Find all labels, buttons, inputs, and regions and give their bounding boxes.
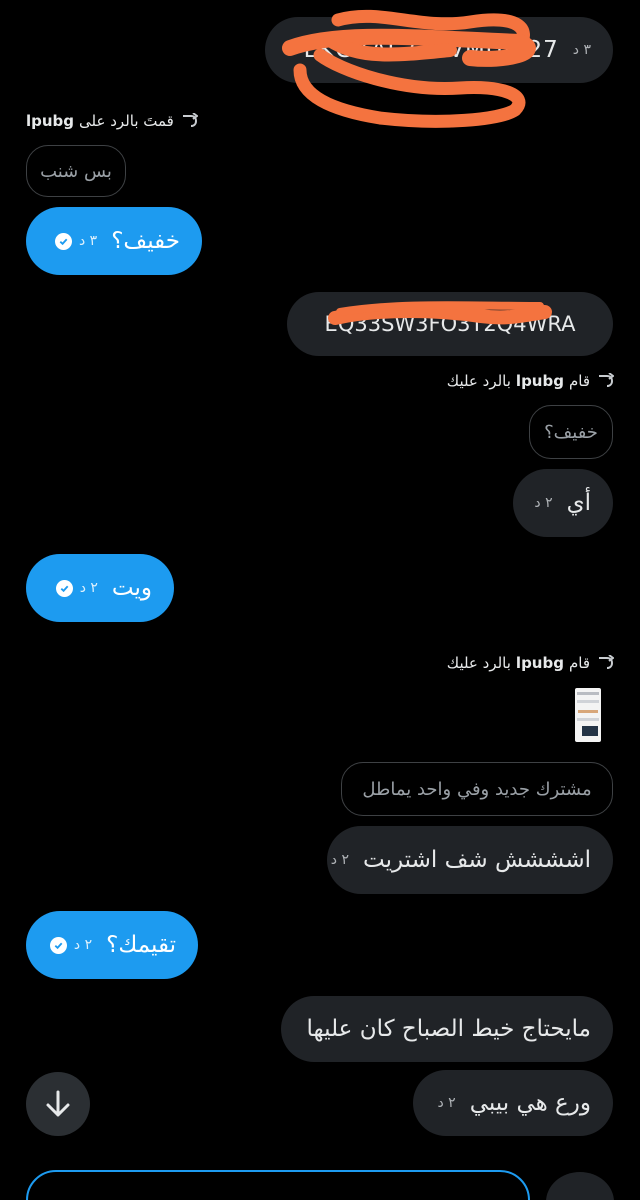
message-text: اشششش شف اشتريت	[362, 847, 591, 873]
message-text: ورع هي بيبي	[469, 1090, 591, 1116]
reply-prefix: قام	[568, 654, 590, 672]
send-button[interactable]	[546, 1172, 614, 1200]
received-message-bubble[interactable]: EQ33SW3FO3T2Q4WRA	[287, 292, 613, 356]
message-text: خفيف؟	[111, 228, 180, 254]
reply-username[interactable]: lpubg	[516, 654, 564, 672]
reply-arrow-icon	[599, 373, 614, 387]
sent-message-bubble[interactable]: ويت ٢ د	[26, 554, 174, 622]
received-message-bubble[interactable]: أي ٢ د	[513, 469, 613, 537]
check-circle-icon	[49, 936, 67, 954]
check-circle-icon	[54, 232, 72, 250]
reply-context-label: قام lpubg بالرد عليك	[447, 654, 614, 672]
scroll-to-bottom-button[interactable]	[26, 1072, 90, 1136]
message-composer-input[interactable]	[26, 1170, 530, 1200]
reply-arrow-icon	[599, 655, 614, 669]
message-time: ٢ د	[437, 1095, 456, 1111]
message-text: EQ33SW3FO3T2Q4WRA	[324, 312, 576, 336]
quoted-message[interactable]: بس شنب	[26, 145, 126, 197]
reply-context-label: قمتَ بالرد على lpubg	[26, 112, 198, 130]
message-text: تقيمك؟	[106, 932, 176, 958]
received-message-bubble[interactable]: اشششش شف اشتريت ٢ د	[327, 826, 613, 894]
message-time: ٢ د	[330, 852, 349, 868]
check-circle-icon	[55, 579, 73, 597]
message-text: EKGXAL23SVMUJK27	[303, 37, 559, 63]
reply-suffix: بالرد عليك	[446, 372, 511, 390]
message-text: أي	[566, 490, 591, 516]
message-text: ويت	[111, 575, 152, 601]
message-time: ٢ د	[73, 937, 93, 953]
reply-prefix: قمتَ بالرد على	[79, 112, 174, 130]
reply-suffix: بالرد عليك	[446, 654, 511, 672]
received-message-bubble[interactable]: مايحتاج خيط الصباح كان عليها	[281, 996, 613, 1062]
arrow-down-icon	[46, 1090, 70, 1117]
quoted-message[interactable]: خفيف؟	[529, 405, 613, 459]
quoted-message[interactable]: مشترك جديد وفي واحد يماطل	[341, 762, 613, 816]
reply-username[interactable]: lpubg	[26, 112, 74, 130]
sent-message-bubble[interactable]: تقيمك؟ ٢ د	[26, 911, 198, 979]
message-time: ٣ د	[572, 42, 591, 58]
quoted-image-thumbnail[interactable]	[575, 688, 601, 742]
reply-arrow-icon	[182, 113, 198, 127]
message-time: ٢ د	[79, 580, 98, 596]
received-message-bubble[interactable]: ورع هي بيبي ٢ د	[413, 1070, 613, 1136]
received-message-bubble[interactable]: ٣ د EKGXAL23SVMUJK27	[265, 17, 613, 83]
message-time: ٣ د	[78, 233, 98, 249]
reply-username[interactable]: lpubg	[516, 372, 564, 390]
reply-prefix: قام	[568, 372, 590, 390]
message-time: ٢ د	[534, 495, 553, 511]
reply-context-label: قام lpubg بالرد عليك	[447, 372, 614, 390]
message-text: مايحتاج خيط الصباح كان عليها	[306, 1016, 591, 1042]
sent-message-bubble[interactable]: خفيف؟ ٣ د	[26, 207, 202, 275]
